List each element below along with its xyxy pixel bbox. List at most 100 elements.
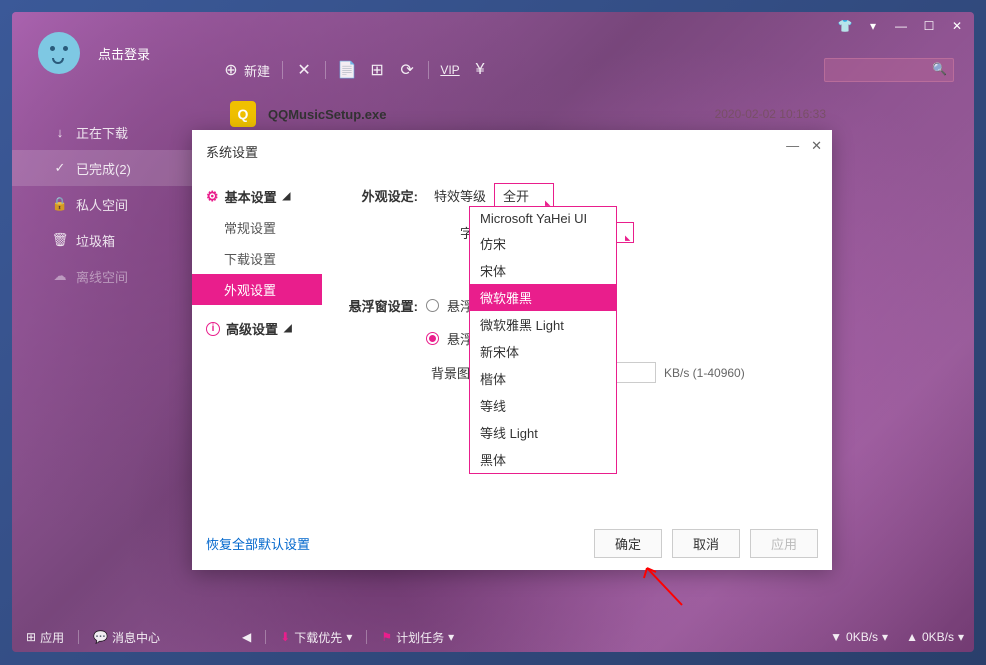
settings-download[interactable]: 下载设置 <box>192 243 322 274</box>
refresh-icon[interactable]: ⟳ <box>398 61 416 79</box>
statusbar: ◀ ⬇下载优先▾ ⚑计划任务▾ ▼0KB/s▾ ▲0KB/s▾ <box>232 622 974 652</box>
nav-private[interactable]: 🔒私人空间 <box>12 186 192 222</box>
menu-icon[interactable]: ▾ <box>864 17 882 35</box>
nav-label: 正在下载 <box>76 123 128 142</box>
dialog-minimize[interactable]: — <box>786 138 799 154</box>
nav-downloading[interactable]: ↓ 正在下载 <box>12 114 192 150</box>
nav-offline[interactable]: ☁ 离线空间 <box>12 258 192 294</box>
grid-icon[interactable]: ⊞ <box>368 61 386 79</box>
cancel-button[interactable]: 取消 <box>672 529 740 558</box>
settings-general[interactable]: 常规设置 <box>192 212 322 243</box>
settings-nav: ⚙ 基本设置 ◢ 常规设置 下载设置 外观设置 i 高级设置 ◢ <box>192 173 322 533</box>
chevron-down-icon: ▾ <box>882 630 888 644</box>
dropdown-item[interactable]: 宋体 <box>470 257 616 284</box>
separator <box>428 61 429 79</box>
separator <box>265 630 266 644</box>
reset-link[interactable]: 恢复全部默认设置 <box>206 534 310 553</box>
dropdown-item[interactable]: 楷体 <box>470 365 616 392</box>
nav-trash[interactable]: 🗑 垃圾箱 <box>12 222 192 258</box>
file-name[interactable]: QQMusicSetup.exe <box>268 107 386 122</box>
appearance-label: 外观设定: <box>342 186 418 205</box>
avatar[interactable] <box>38 32 80 74</box>
nav-label: 离线空间 <box>76 267 128 286</box>
close-button[interactable]: ✕ <box>948 17 966 35</box>
down-icon: ▼ <box>830 630 842 644</box>
button-group: 确定 取消 应用 <box>594 529 818 558</box>
down-speed[interactable]: ▼0KB/s▾ <box>830 630 888 644</box>
minimize-button[interactable]: — <box>892 17 910 35</box>
dropdown-item-selected[interactable]: 微软雅黑 <box>470 284 616 311</box>
flag-icon: ⚑ <box>381 630 392 644</box>
group-label: 基本设置 <box>225 187 277 206</box>
group-label: 高级设置 <box>226 319 278 338</box>
check-icon: ✓ <box>52 160 68 176</box>
info-icon: i <box>206 322 220 336</box>
msgcenter-button[interactable]: 💬消息中心 <box>93 629 160 646</box>
appearance-row: 外观设定: 特效等级 全开 <box>342 183 812 208</box>
effect-label: 特效等级 <box>426 186 486 205</box>
dropdown-item[interactable]: 等线 Light <box>470 419 616 446</box>
nav-label: 已完成(2) <box>76 159 131 178</box>
speed-hint: KB/s (1-40960) <box>664 366 745 380</box>
dropdown-item[interactable]: 黑体 <box>470 446 616 473</box>
settings-basic-group[interactable]: ⚙ 基本设置 ◢ <box>192 181 322 212</box>
dropdown-item[interactable]: 仿宋 <box>470 230 616 257</box>
bottom-left-bar: ⊞应用 💬消息中心 <box>12 622 174 652</box>
dialog-footer: 恢复全部默认设置 确定 取消 应用 <box>206 529 818 558</box>
nav: ↓ 正在下载 ✓ 已完成(2) 🔒私人空间 🗑 垃圾箱 ☁ 离线空间 <box>12 114 192 294</box>
titlebar: 👕 ▾ — ☐ ✕ <box>828 12 974 40</box>
chevron-down-icon: ◢ <box>284 323 292 334</box>
separator <box>78 630 79 644</box>
separator <box>366 630 367 644</box>
skin-icon[interactable]: 👕 <box>836 17 854 35</box>
dropdown-item[interactable]: 微软雅黑 Light <box>470 311 616 338</box>
font-dropdown: Microsoft YaHei UI 仿宋 宋体 微软雅黑 微软雅黑 Light… <box>469 206 617 474</box>
settings-appearance[interactable]: 外观设置 <box>192 274 322 305</box>
dialog-title: 系统设置 <box>192 130 832 173</box>
settings-advanced-group[interactable]: i 高级设置 ◢ <box>192 313 322 344</box>
chevron-down-icon: ▾ <box>346 630 352 644</box>
lock-icon: 🔒 <box>52 196 68 212</box>
app-window: 👕 ▾ — ☐ ✕ 点击登录 ↓ 正在下载 ✓ 已完成(2) 🔒私人空间 🗑 垃圾箱 … <box>12 12 974 652</box>
msg-icon: 💬 <box>93 630 108 644</box>
separator <box>282 61 283 79</box>
cloud-icon: ☁ <box>52 268 68 284</box>
nav-completed[interactable]: ✓ 已完成(2) <box>12 150 192 186</box>
apps-icon: ⊞ <box>26 630 36 644</box>
priority-button[interactable]: ⬇下载优先▾ <box>280 629 352 646</box>
toolbar: ⊕新建 ✕ 📄 ⊞ ⟳ VIP ¥ <box>222 50 954 90</box>
float-radio-2[interactable] <box>426 332 439 345</box>
coin-icon[interactable]: ¥ <box>471 61 489 79</box>
gear-icon: ⚙ <box>206 188 219 205</box>
nav-label: 垃圾箱 <box>76 231 115 250</box>
plan-button[interactable]: ⚑计划任务▾ <box>381 629 454 646</box>
new-label: 新建 <box>244 61 270 80</box>
float-radio-1[interactable] <box>426 299 439 312</box>
dropdown-item[interactable]: 新宋体 <box>470 338 616 365</box>
new-button[interactable]: ⊕新建 <box>222 61 270 80</box>
file-date: 2020-02-02 10:16:33 <box>715 107 826 121</box>
bg-label: 背景图 <box>426 363 470 382</box>
prev-icon[interactable]: ◀ <box>242 630 251 644</box>
file-type-icon: Q <box>230 101 256 127</box>
dialog-close-button[interactable]: ✕ <box>811 138 822 154</box>
apps-button[interactable]: ⊞应用 <box>26 629 64 646</box>
download-icon: ↓ <box>52 124 68 140</box>
effect-select[interactable]: 全开 <box>494 183 554 208</box>
vip-icon[interactable]: VIP <box>441 61 459 79</box>
login-link[interactable]: 点击登录 <box>98 44 150 63</box>
dropdown-item[interactable]: Microsoft YaHei UI <box>470 207 616 230</box>
folder-icon[interactable]: 📄 <box>338 61 356 79</box>
sidebar: 点击登录 ↓ 正在下载 ✓ 已完成(2) 🔒私人空间 🗑 垃圾箱 ☁ 离线空间 <box>12 12 192 652</box>
dialog-controls: — ✕ <box>786 138 822 154</box>
up-speed[interactable]: ▲0KB/s▾ <box>906 630 964 644</box>
maximize-button[interactable]: ☐ <box>920 17 938 35</box>
search-input[interactable] <box>824 58 954 82</box>
down-arrow-icon: ⬇ <box>280 630 290 644</box>
dropdown-item[interactable]: 等线 <box>470 392 616 419</box>
chevron-down-icon: ▾ <box>958 630 964 644</box>
ok-button[interactable]: 确定 <box>594 529 662 558</box>
trash-icon: 🗑 <box>52 232 68 248</box>
delete-icon[interactable]: ✕ <box>295 61 313 79</box>
chevron-down-icon: ◢ <box>283 191 291 202</box>
